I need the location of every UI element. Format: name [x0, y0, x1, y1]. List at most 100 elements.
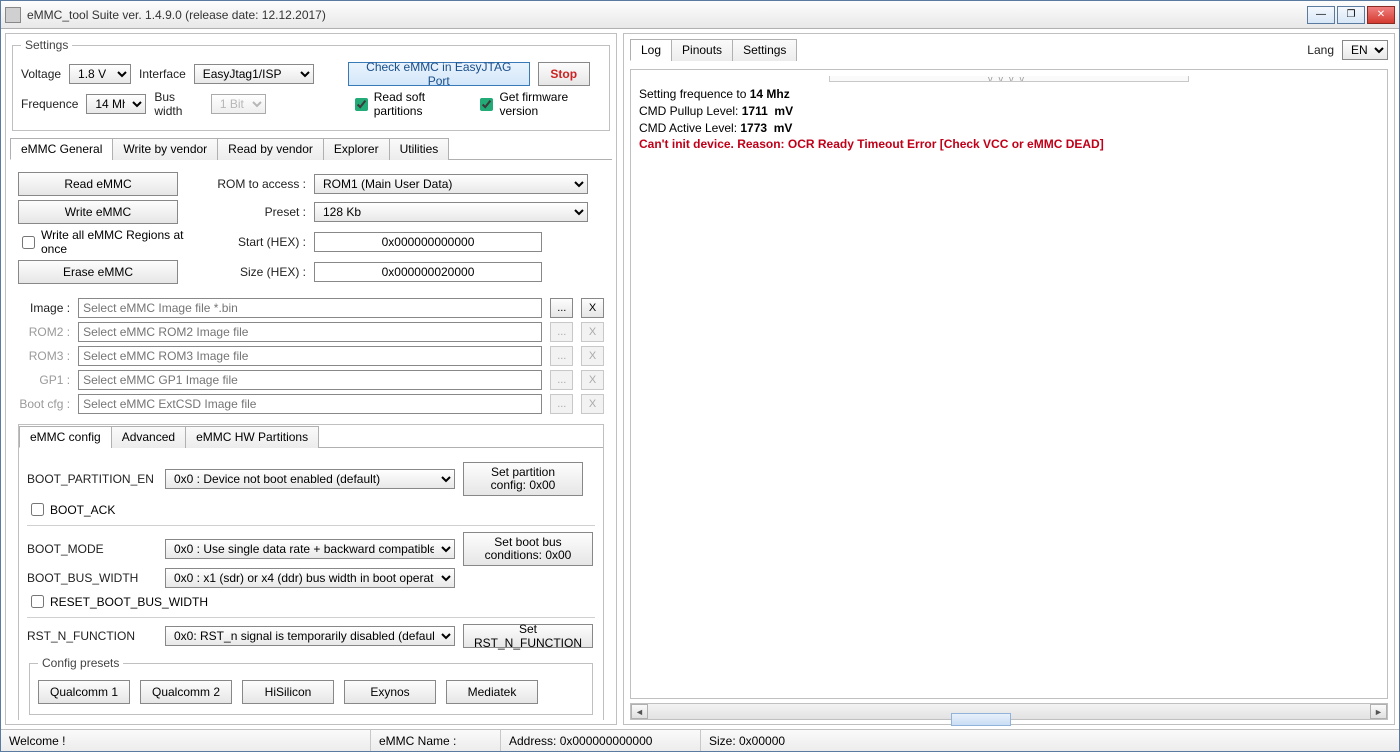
tab-log[interactable]: Log: [630, 39, 672, 61]
boot-mode-select[interactable]: 0x0 : Use single data rate + backward co…: [165, 539, 455, 559]
image-row: Image : ... X: [18, 298, 604, 318]
rst-n-function-select[interactable]: 0x0: RST_n signal is temporarily disable…: [165, 626, 455, 646]
right-pane: Log Pinouts Settings Lang EN vvvv Settin…: [623, 33, 1395, 725]
start-hex-label: Start (HEX) :: [206, 235, 306, 249]
read-emmc-button[interactable]: Read eMMC: [18, 172, 178, 196]
app-icon: [5, 7, 21, 23]
tab-hw-partitions[interactable]: eMMC HW Partitions: [185, 426, 319, 448]
log-line: CMD Active Level: 1773 mV: [639, 120, 1379, 137]
reset-boot-bus-width-checkbox[interactable]: RESET_BOOT_BUS_WIDTH: [27, 592, 595, 611]
size-hex-input[interactable]: [314, 262, 542, 282]
voltage-label: Voltage: [21, 67, 61, 81]
boot-partition-en-select[interactable]: 0x0 : Device not boot enabled (default): [165, 469, 455, 489]
window-title: eMMC_tool Suite ver. 1.4.9.0 (release da…: [27, 8, 1307, 22]
image-path-input: [78, 322, 542, 342]
log-top-divider: vvvv: [829, 76, 1189, 82]
tab-pinouts[interactable]: Pinouts: [671, 39, 733, 61]
image-row-label: ROM3 :: [18, 349, 70, 363]
general-tab-body: Read eMMC ROM to access : ROM1 (Main Use…: [10, 160, 612, 720]
close-button[interactable]: ✕: [1367, 6, 1395, 24]
frequence-select[interactable]: 14 Mhz: [86, 94, 146, 114]
status-size: Size: 0x00000: [701, 730, 1399, 751]
preset-button[interactable]: Qualcomm 2: [140, 680, 232, 704]
tab-emmc-config[interactable]: eMMC config: [19, 426, 112, 448]
tab-utilities[interactable]: Utilities: [389, 138, 450, 160]
boot-bus-width-label: BOOT_BUS_WIDTH: [27, 571, 157, 585]
log-area[interactable]: vvvv Setting frequence to 14 Mhz CMD Pul…: [630, 69, 1388, 699]
preset-button[interactable]: HiSilicon: [242, 680, 334, 704]
log-error-line: Can't init device. Reason: OCR Ready Tim…: [639, 136, 1379, 153]
tab-settings[interactable]: Settings: [732, 39, 797, 61]
stop-button[interactable]: Stop: [538, 62, 590, 86]
image-path-input: [78, 346, 542, 366]
image-row-label: GP1 :: [18, 373, 70, 387]
log-horizontal-scrollbar[interactable]: ◄ ►: [630, 703, 1388, 720]
interface-select[interactable]: EasyJtag1/ISP: [194, 64, 314, 84]
left-pane: Settings Voltage 1.8 V Interface EasyJta…: [5, 33, 617, 725]
status-welcome: Welcome !: [1, 730, 371, 751]
rst-n-function-label: RST_N_FUNCTION: [27, 629, 157, 643]
image-row-label: ROM2 :: [18, 325, 70, 339]
browse-button: ...: [550, 370, 573, 390]
voltage-select[interactable]: 1.8 V: [69, 64, 131, 84]
rom-access-select[interactable]: ROM1 (Main User Data): [314, 174, 588, 194]
tab-emmc-general[interactable]: eMMC General: [10, 138, 113, 160]
tab-write-by-vendor[interactable]: Write by vendor: [112, 138, 218, 160]
lang-select[interactable]: EN: [1342, 40, 1388, 60]
read-soft-partitions-checkbox[interactable]: Read soft partitions: [351, 90, 469, 118]
maximize-button[interactable]: ❐: [1337, 6, 1365, 24]
check-emmc-button[interactable]: Check eMMC in EasyJTAG Port: [348, 62, 530, 86]
preset-button[interactable]: Qualcomm 1: [38, 680, 130, 704]
boot-mode-label: BOOT_MODE: [27, 542, 157, 556]
log-line: Setting frequence to 14 Mhz: [639, 86, 1379, 103]
minimize-button[interactable]: —: [1307, 6, 1335, 24]
scroll-left-icon[interactable]: ◄: [631, 704, 648, 719]
lang-label: Lang: [1307, 43, 1334, 57]
write-all-regions-checkbox[interactable]: Write all eMMC Regions at once: [18, 228, 198, 256]
clear-button[interactable]: X: [581, 298, 604, 318]
titlebar: eMMC_tool Suite ver. 1.4.9.0 (release da…: [1, 1, 1399, 29]
set-partition-config-button[interactable]: Set partition config: 0x00: [463, 462, 583, 496]
buswidth-select: 1 Bit: [211, 94, 266, 114]
image-row: GP1 : ... X: [18, 370, 604, 390]
clear-button: X: [581, 346, 604, 366]
tab-advanced[interactable]: Advanced: [111, 426, 186, 448]
status-address: Address: 0x000000000000: [501, 730, 701, 751]
preset-label: Preset :: [206, 205, 306, 219]
preset-select[interactable]: 128 Kb: [314, 202, 588, 222]
clear-button: X: [581, 394, 604, 414]
scroll-right-icon[interactable]: ►: [1370, 704, 1387, 719]
app-window: eMMC_tool Suite ver. 1.4.9.0 (release da…: [0, 0, 1400, 752]
rom-access-label: ROM to access :: [206, 177, 306, 191]
image-path-input[interactable]: [78, 298, 542, 318]
image-row: ROM2 : ... X: [18, 322, 604, 342]
frequence-label: Frequence: [21, 97, 78, 111]
tab-read-by-vendor[interactable]: Read by vendor: [217, 138, 324, 160]
start-hex-input[interactable]: [314, 232, 542, 252]
tab-explorer[interactable]: Explorer: [323, 138, 390, 160]
image-row-label: Image :: [18, 301, 70, 315]
log-line: CMD Pullup Level: 1711 mV: [639, 103, 1379, 120]
image-row: ROM3 : ... X: [18, 346, 604, 366]
clear-button: X: [581, 370, 604, 390]
boot-bus-width-select[interactable]: 0x0 : x1 (sdr) or x4 (ddr) bus width in …: [165, 568, 455, 588]
status-emmc-name: eMMC Name :: [371, 730, 501, 751]
set-rst-n-function-button[interactable]: Set RST_N_FUNCTION: [463, 624, 593, 648]
interface-label: Interface: [139, 67, 186, 81]
main-tabs: eMMC General Write by vendor Read by ven…: [10, 137, 612, 160]
write-emmc-button[interactable]: Write eMMC: [18, 200, 178, 224]
size-hex-label: Size (HEX) :: [206, 265, 306, 279]
preset-button[interactable]: Mediatek: [446, 680, 538, 704]
config-presets-legend: Config presets: [38, 656, 123, 670]
browse-button[interactable]: ...: [550, 298, 573, 318]
get-firmware-checkbox[interactable]: Get firmware version: [476, 90, 601, 118]
erase-emmc-button[interactable]: Erase eMMC: [18, 260, 178, 284]
preset-button[interactable]: Exynos: [344, 680, 436, 704]
scroll-thumb[interactable]: [951, 713, 1011, 726]
set-boot-bus-button[interactable]: Set boot bus conditions: 0x00: [463, 532, 593, 566]
config-box: eMMC config Advanced eMMC HW Partitions …: [18, 424, 604, 720]
clear-button: X: [581, 322, 604, 342]
browse-button: ...: [550, 322, 573, 342]
image-row-label: Boot cfg :: [18, 397, 70, 411]
boot-ack-checkbox[interactable]: BOOT_ACK: [27, 500, 595, 519]
